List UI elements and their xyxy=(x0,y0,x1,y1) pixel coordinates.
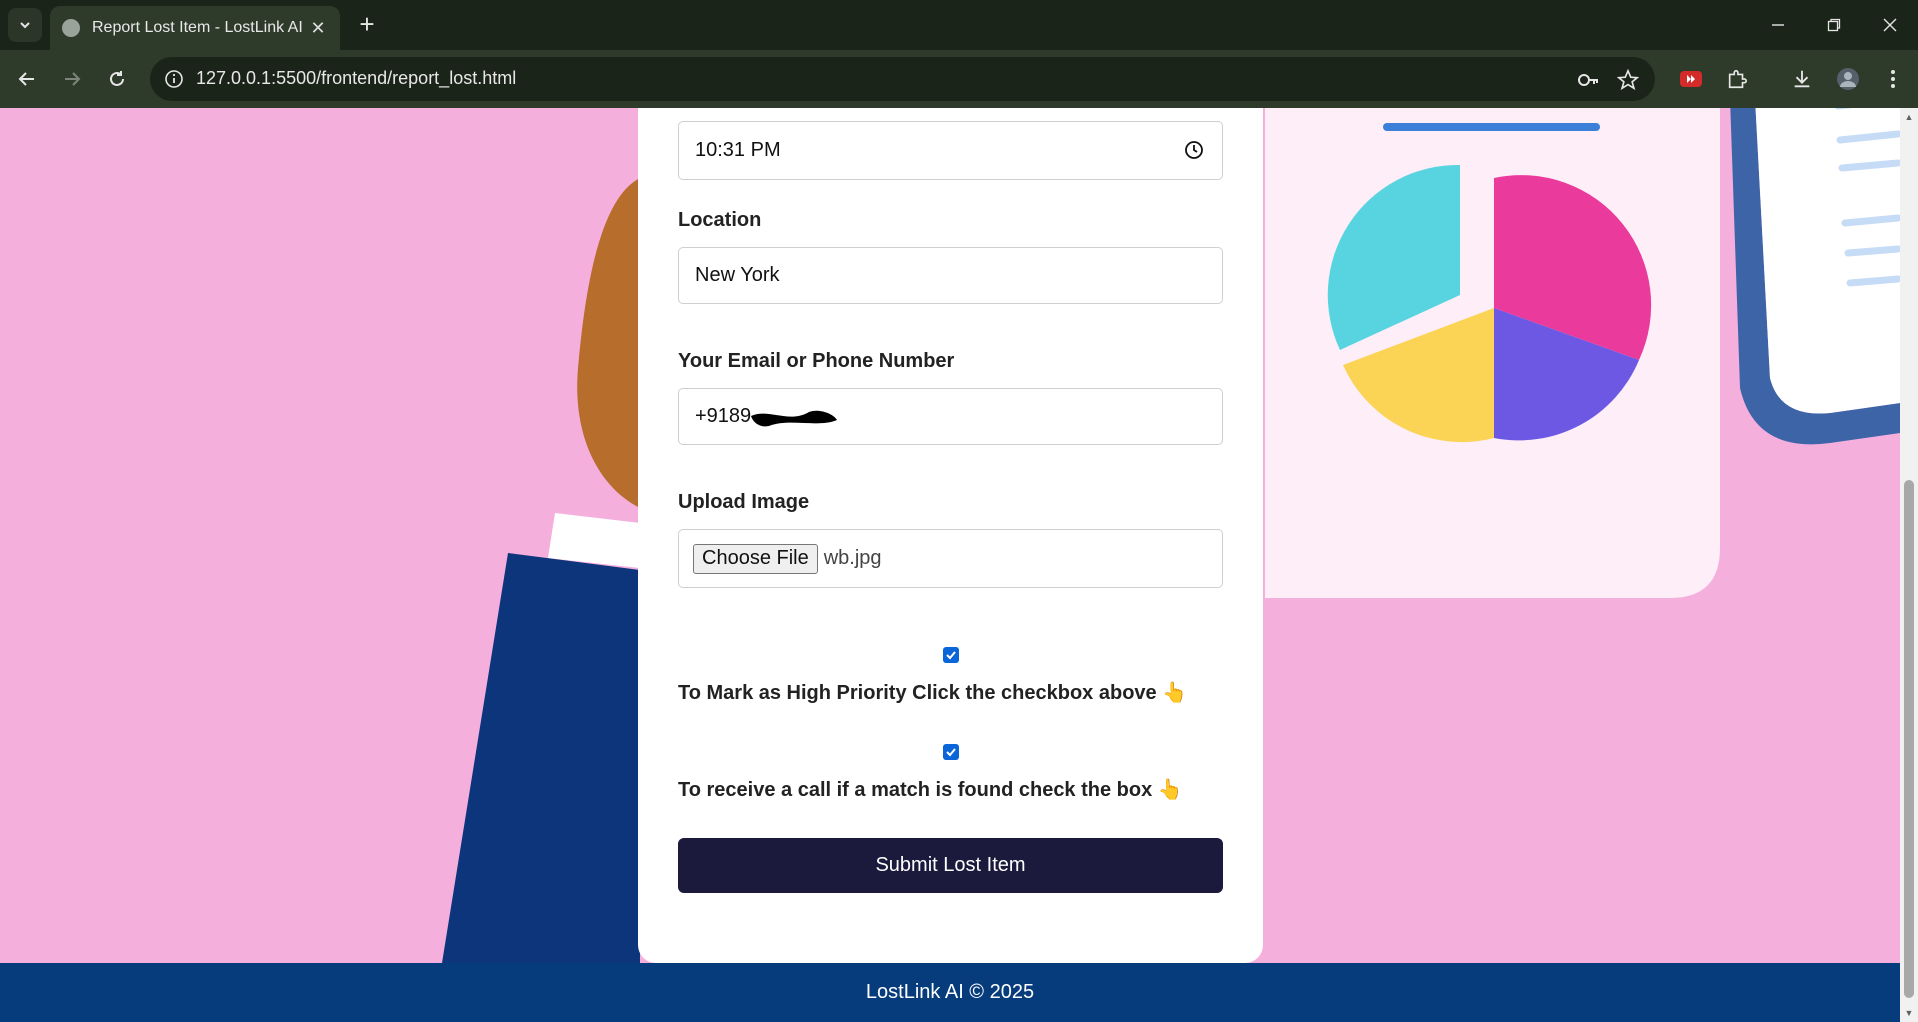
scroll-down-arrow-icon[interactable]: ▼ xyxy=(1904,1008,1914,1018)
contact-value: +9189 xyxy=(695,405,752,427)
tab-search-button[interactable] xyxy=(8,8,42,42)
url-text[interactable]: 127.0.0.1:5500/frontend/report_lost.html xyxy=(196,68,516,89)
minimize-button[interactable] xyxy=(1750,0,1806,50)
reload-icon xyxy=(110,71,124,86)
browser-toolbar: 127.0.0.1:5500/frontend/report_lost.html xyxy=(0,50,1918,108)
location-label: Location xyxy=(678,209,762,231)
close-window-button[interactable] xyxy=(1862,0,1918,50)
contact-label: Your Email or Phone Number xyxy=(678,350,955,372)
document-page xyxy=(1755,108,1900,414)
person-jacket xyxy=(442,553,640,963)
download-icon[interactable] xyxy=(1785,62,1819,96)
restore-icon xyxy=(1827,18,1841,32)
browser-tab-bar: Report Lost Item - LostLink AI ✕ + xyxy=(0,0,1918,50)
reload-button[interactable] xyxy=(100,62,134,96)
extensions-puzzle-icon[interactable] xyxy=(1720,62,1754,96)
time-value: 10:31 PM xyxy=(695,139,781,161)
minimize-icon xyxy=(1772,24,1784,26)
report-form-card: 10:31 PM Location New York Your Email or… xyxy=(638,108,1263,963)
tab-title: Report Lost Item - LostLink AI xyxy=(92,19,303,36)
upload-label: Upload Image xyxy=(678,491,810,513)
footer-text: LostLink AI © 2025 xyxy=(865,981,1035,1003)
chevron-down-icon xyxy=(20,22,30,29)
new-tab-button[interactable]: + xyxy=(352,10,382,40)
close-tab-icon[interactable]: ✕ xyxy=(308,18,328,39)
forward-button[interactable] xyxy=(55,62,89,96)
scrollbar-thumb[interactable] xyxy=(1904,480,1914,998)
call-text: To receive a call if a match is found ch… xyxy=(678,779,1183,801)
person-collar xyxy=(548,513,640,568)
clock-icon[interactable] xyxy=(1184,140,1204,160)
file-name: wb.jpg xyxy=(823,547,882,569)
page-footer: LostLink AI © 2025 xyxy=(0,963,1900,1022)
vertical-scrollbar[interactable]: ▲ ▼ xyxy=(1900,108,1918,1022)
checkmark-icon xyxy=(946,748,956,757)
time-input[interactable]: 10:31 PM xyxy=(678,121,1223,180)
chart-card-bar xyxy=(1383,123,1600,131)
menu-kebab-icon[interactable] xyxy=(1876,62,1910,96)
restore-button[interactable] xyxy=(1806,0,1862,50)
address-bar[interactable]: 127.0.0.1:5500/frontend/report_lost.html xyxy=(150,57,1655,101)
location-input[interactable]: New York xyxy=(678,247,1223,304)
high-priority-text: To Mark as High Priority Click the check… xyxy=(678,682,1188,704)
contact-input[interactable]: +9189 xyxy=(678,388,1223,445)
redaction-scribble xyxy=(751,410,838,426)
profile-avatar[interactable] xyxy=(1831,62,1865,96)
bookmark-star-icon[interactable] xyxy=(1615,67,1641,93)
globe-icon xyxy=(62,19,80,37)
person-hair xyxy=(577,178,640,508)
choose-file-button[interactable]: Choose File xyxy=(693,543,818,574)
arrow-left-icon xyxy=(18,72,34,86)
file-input[interactable]: Choose File wb.jpg xyxy=(678,529,1223,588)
high-priority-checkbox[interactable] xyxy=(943,647,959,663)
checkmark-icon xyxy=(946,651,956,660)
browser-tab[interactable]: Report Lost Item - LostLink AI ✕ xyxy=(50,6,340,50)
scroll-up-arrow-icon[interactable]: ▲ xyxy=(1904,112,1914,122)
arrow-right-icon xyxy=(65,72,81,86)
call-checkbox[interactable] xyxy=(943,744,959,760)
youtube-extension-icon[interactable] xyxy=(1674,62,1708,96)
page-viewport: 10:31 PM Location New York Your Email or… xyxy=(0,108,1900,1022)
location-value: New York xyxy=(695,264,780,286)
close-icon xyxy=(1883,18,1897,32)
submit-lost-item-button[interactable]: Submit Lost Item xyxy=(678,838,1223,893)
back-button[interactable] xyxy=(10,62,44,96)
key-icon[interactable] xyxy=(1575,67,1601,93)
site-info-icon[interactable] xyxy=(162,67,186,91)
